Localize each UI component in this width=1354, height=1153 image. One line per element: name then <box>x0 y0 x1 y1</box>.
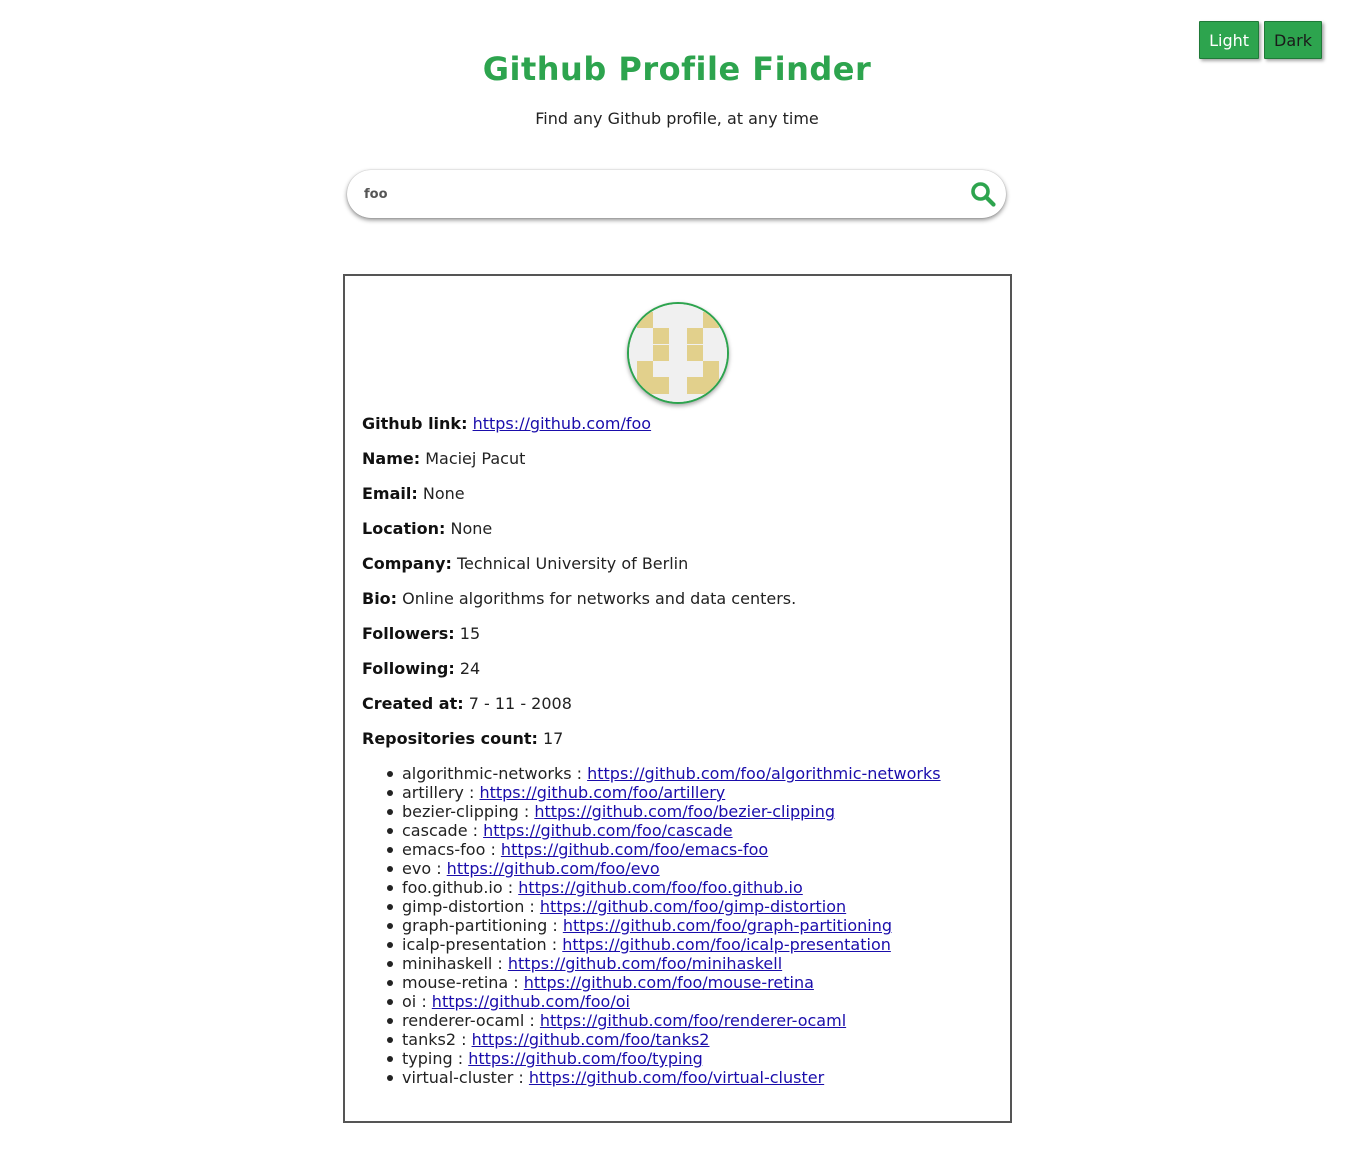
field-value: 7 - 11 - 2008 <box>468 694 572 713</box>
repo-link[interactable]: https://github.com/foo/algorithmic-netwo… <box>587 764 940 783</box>
list-item: renderer-ocaml : https://github.com/foo/… <box>387 1011 941 1030</box>
repo-name: oi <box>402 992 417 1011</box>
repo-link[interactable]: https://github.com/foo/oi <box>432 992 630 1011</box>
search-icon[interactable] <box>970 181 996 207</box>
field-value: Online algorithms for networks and data … <box>402 589 797 608</box>
list-item: minihaskell : https://github.com/foo/min… <box>387 954 941 973</box>
page-title: Github Profile Finder <box>482 50 872 88</box>
list-item: bezier-clipping : https://github.com/foo… <box>387 802 941 821</box>
list-item: oi : https://github.com/foo/oi <box>387 992 941 1011</box>
field-bio: Bio: Online algorithms for networks and … <box>362 589 1002 624</box>
field-name: Name: Maciej Pacut <box>362 449 1002 484</box>
repo-name: foo.github.io <box>402 878 503 897</box>
repo-name: virtual-cluster <box>402 1068 514 1087</box>
field-label: Company: <box>362 554 452 573</box>
repo-link[interactable]: https://github.com/foo/icalp-presentatio… <box>562 935 891 954</box>
list-item: mouse-retina : https://github.com/foo/mo… <box>387 973 941 992</box>
profile-card: Github link: https://github.com/foo Name… <box>343 274 1012 1123</box>
repo-link[interactable]: https://github.com/foo/renderer-ocaml <box>540 1011 846 1030</box>
avatar <box>627 302 729 404</box>
repo-name: typing <box>402 1049 453 1068</box>
list-item: graph-partitioning : https://github.com/… <box>387 916 941 935</box>
field-email: Email: None <box>362 484 1002 519</box>
list-item: tanks2 : https://github.com/foo/tanks2 <box>387 1030 941 1049</box>
list-item: icalp-presentation : https://github.com/… <box>387 935 941 954</box>
repo-name: mouse-retina <box>402 973 509 992</box>
repo-link[interactable]: https://github.com/foo/emacs-foo <box>501 840 768 859</box>
repo-name: bezier-clipping <box>402 802 519 821</box>
field-followers: Followers: 15 <box>362 624 1002 659</box>
list-item: evo : https://github.com/foo/evo <box>387 859 941 878</box>
repo-link[interactable]: https://github.com/foo/mouse-retina <box>524 973 814 992</box>
field-label: Created at: <box>362 694 464 713</box>
repo-link[interactable]: https://github.com/foo/tanks2 <box>472 1030 710 1049</box>
repo-link[interactable]: https://github.com/foo/typing <box>468 1049 703 1068</box>
field-following: Following: 24 <box>362 659 1002 694</box>
page-subtitle: Find any Github profile, at any time <box>535 109 819 128</box>
repository-list: algorithmic-networks : https://github.co… <box>387 764 941 1087</box>
search-input[interactable] <box>362 185 946 203</box>
field-value: None <box>422 484 465 503</box>
field-label: Bio: <box>362 589 398 608</box>
field-label: Github link: <box>362 414 468 433</box>
field-value: 17 <box>542 729 564 748</box>
list-item: virtual-cluster : https://github.com/foo… <box>387 1068 941 1087</box>
repo-link[interactable]: https://github.com/foo/evo <box>447 859 660 878</box>
repo-link[interactable]: https://github.com/foo/minihaskell <box>508 954 782 973</box>
list-item: foo.github.io : https://github.com/foo/f… <box>387 878 941 897</box>
field-value: 24 <box>459 659 481 678</box>
repo-name: emacs-foo <box>402 840 486 859</box>
field-value: 15 <box>459 624 481 643</box>
repo-name: gimp-distortion <box>402 897 525 916</box>
field-github-link: Github link: https://github.com/foo <box>362 414 1002 449</box>
field-value: Maciej Pacut <box>425 449 526 468</box>
field-label: Followers: <box>362 624 455 643</box>
repo-name: evo <box>402 859 432 878</box>
field-value: None <box>450 519 493 538</box>
repo-name: cascade <box>402 821 468 840</box>
repo-link[interactable]: https://github.com/foo/foo.github.io <box>518 878 803 897</box>
github-profile-link[interactable]: https://github.com/foo <box>473 414 652 433</box>
repo-name: artillery <box>402 783 464 802</box>
field-label: Name: <box>362 449 421 468</box>
field-created-at: Created at: 7 - 11 - 2008 <box>362 694 1002 729</box>
list-item: cascade : https://github.com/foo/cascade <box>387 821 941 840</box>
repo-name: tanks2 <box>402 1030 456 1049</box>
field-location: Location: None <box>362 519 1002 554</box>
repo-name: algorithmic-networks <box>402 764 572 783</box>
list-item: gimp-distortion : https://github.com/foo… <box>387 897 941 916</box>
repo-name: graph-partitioning <box>402 916 548 935</box>
field-company: Company: Technical University of Berlin <box>362 554 1002 589</box>
list-item: artillery : https://github.com/foo/artil… <box>387 783 941 802</box>
repo-link[interactable]: https://github.com/foo/artillery <box>479 783 725 802</box>
field-label: Email: <box>362 484 418 503</box>
list-item: algorithmic-networks : https://github.co… <box>387 764 941 783</box>
repo-link[interactable]: https://github.com/foo/graph-partitionin… <box>563 916 892 935</box>
field-label: Following: <box>362 659 455 678</box>
field-label: Repositories count: <box>362 729 538 748</box>
repo-name: minihaskell <box>402 954 493 973</box>
field-label: Location: <box>362 519 446 538</box>
identicon-avatar-icon <box>629 304 727 402</box>
list-item: emacs-foo : https://github.com/foo/emacs… <box>387 840 941 859</box>
repo-link[interactable]: https://github.com/foo/bezier-clipping <box>534 802 835 821</box>
list-item: typing : https://github.com/foo/typing <box>387 1049 941 1068</box>
repo-link[interactable]: https://github.com/foo/gimp-distortion <box>540 897 846 916</box>
repo-name: renderer-ocaml <box>402 1011 525 1030</box>
field-repositories-count: Repositories count: 17 <box>362 729 1002 764</box>
repo-link[interactable]: https://github.com/foo/cascade <box>483 821 732 840</box>
repo-link[interactable]: https://github.com/foo/virtual-cluster <box>529 1068 824 1087</box>
search-bar <box>347 170 1006 218</box>
repo-name: icalp-presentation <box>402 935 547 954</box>
profile-fields: Github link: https://github.com/foo Name… <box>362 414 1002 764</box>
field-value: Technical University of Berlin <box>456 554 689 573</box>
